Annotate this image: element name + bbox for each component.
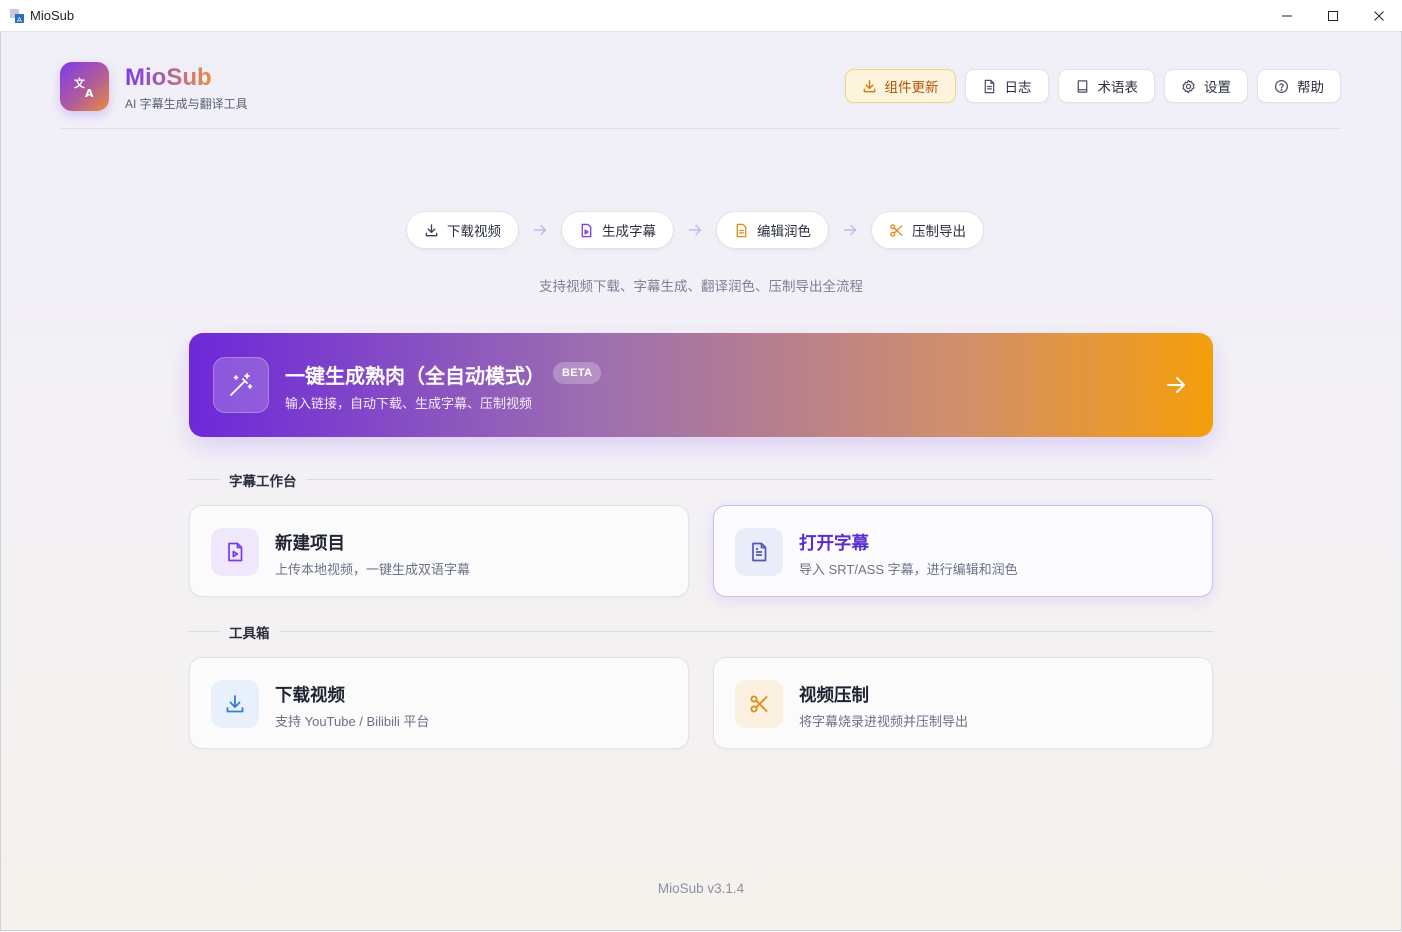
scissors-icon	[890, 223, 903, 237]
settings-label: 设置	[1204, 80, 1231, 95]
card-title: 下载视频	[275, 685, 345, 705]
svg-text:A: A	[17, 16, 22, 23]
app-logo: 文 A	[60, 62, 109, 111]
window-titlebar: A MioSub	[0, 0, 1402, 32]
arrow-right-icon	[829, 222, 871, 238]
file-video-icon	[581, 223, 592, 237]
auto-mode-subtitle: 输入链接，自动下载、生成字幕、压制视频	[285, 396, 533, 411]
video-burn-card[interactable]: 视频压制 将字幕烧录进视频并压制导出	[713, 657, 1213, 749]
section-toolbox-label: 工具箱	[229, 626, 270, 641]
arrow-right-icon	[1167, 377, 1185, 393]
arrow-right-icon	[519, 222, 561, 238]
log-button[interactable]: 日志	[964, 69, 1049, 103]
section-workbench-label: 字幕工作台	[229, 474, 297, 489]
card-title: 新建项目	[275, 533, 345, 553]
help-circle-icon	[1274, 79, 1289, 93]
card-title: 打开字幕	[799, 533, 869, 553]
book-icon	[1077, 79, 1087, 93]
arrow-right-icon	[674, 222, 716, 238]
auto-mode-card[interactable]: 一键生成熟肉（全自动模式） BETA 输入链接，自动下载、生成字幕、压制视频	[189, 333, 1213, 437]
download-icon	[425, 223, 438, 236]
card-title: 视频压制	[799, 685, 869, 705]
download-icon	[211, 680, 259, 728]
brand-subtitle: AI 字幕生成与翻译工具	[125, 97, 248, 111]
settings-button[interactable]: 设置	[1164, 69, 1248, 103]
magic-wand-icon	[213, 357, 269, 413]
component-update-label: 组件更新	[884, 80, 939, 95]
close-icon	[1374, 10, 1384, 21]
help-label: 帮助	[1297, 80, 1324, 95]
log-label: 日志	[1004, 80, 1032, 95]
card-subtitle: 导入 SRT/ASS 字幕，进行编辑和润色	[799, 562, 1018, 577]
step-label: 压制导出	[912, 224, 966, 239]
gear-icon	[1182, 79, 1195, 93]
file-text-icon	[984, 79, 994, 93]
card-subtitle: 上传本地视频，一键生成双语字幕	[275, 562, 471, 577]
step-generate-subtitles: 生成字幕	[561, 211, 674, 249]
file-text-icon	[736, 223, 747, 237]
translate-icon: 文 A	[74, 76, 94, 100]
help-button[interactable]: 帮助	[1257, 69, 1341, 103]
scissors-icon	[735, 680, 783, 728]
step-label: 编辑润色	[757, 224, 811, 239]
component-update-button[interactable]: 组件更新	[844, 69, 956, 103]
download-video-card[interactable]: 下载视频 支持 YouTube / Bilibili 平台	[189, 657, 689, 749]
download-icon	[863, 79, 875, 92]
card-subtitle: 将字幕烧录进视频并压制导出	[799, 714, 969, 729]
section-workbench-header: 字幕工作台	[189, 469, 1213, 489]
glossary-button[interactable]: 术语表	[1057, 69, 1155, 103]
workflow-steps: 下载视频 生成字幕 编辑润色 压制导出	[406, 211, 984, 249]
brand-name: MioSub	[125, 64, 212, 91]
step-burn-export: 压制导出	[871, 211, 984, 249]
step-edit-polish: 编辑润色	[716, 211, 829, 249]
app-version: MioSub v3.1.4	[657, 881, 745, 896]
glossary-label: 术语表	[1097, 80, 1139, 95]
new-project-card[interactable]: 新建项目 上传本地视频，一键生成双语字幕	[189, 505, 689, 597]
app-icon: A	[10, 8, 24, 24]
close-button[interactable]	[1356, 0, 1402, 31]
open-subtitle-card[interactable]: 打开字幕 导入 SRT/ASS 字幕，进行编辑和润色	[713, 505, 1213, 597]
workflow-tagline: 支持视频下载、字幕生成、翻译润色、压制导出全流程	[539, 279, 863, 294]
step-label: 生成字幕	[602, 224, 656, 239]
section-toolbox-header: 工具箱	[189, 621, 1213, 641]
window-title: MioSub	[30, 8, 75, 23]
svg-text:A: A	[85, 87, 94, 100]
beta-badge: BETA	[553, 362, 602, 384]
step-download-video: 下载视频	[406, 211, 519, 249]
card-subtitle: 支持 YouTube / Bilibili 平台	[275, 714, 430, 729]
app-header: 文 A MioSub AI 字幕生成与翻译工具 组件更新 日志 术语表 设置 帮…	[60, 62, 1341, 129]
maximize-icon	[1328, 10, 1338, 21]
file-text-icon	[735, 528, 783, 576]
auto-mode-title: 一键生成熟肉（全自动模式）	[285, 366, 545, 388]
file-video-icon	[211, 528, 259, 576]
step-label: 下载视频	[447, 224, 501, 239]
minimize-icon	[1282, 15, 1292, 16]
maximize-button[interactable]	[1310, 0, 1356, 31]
minimize-button[interactable]	[1264, 0, 1310, 31]
